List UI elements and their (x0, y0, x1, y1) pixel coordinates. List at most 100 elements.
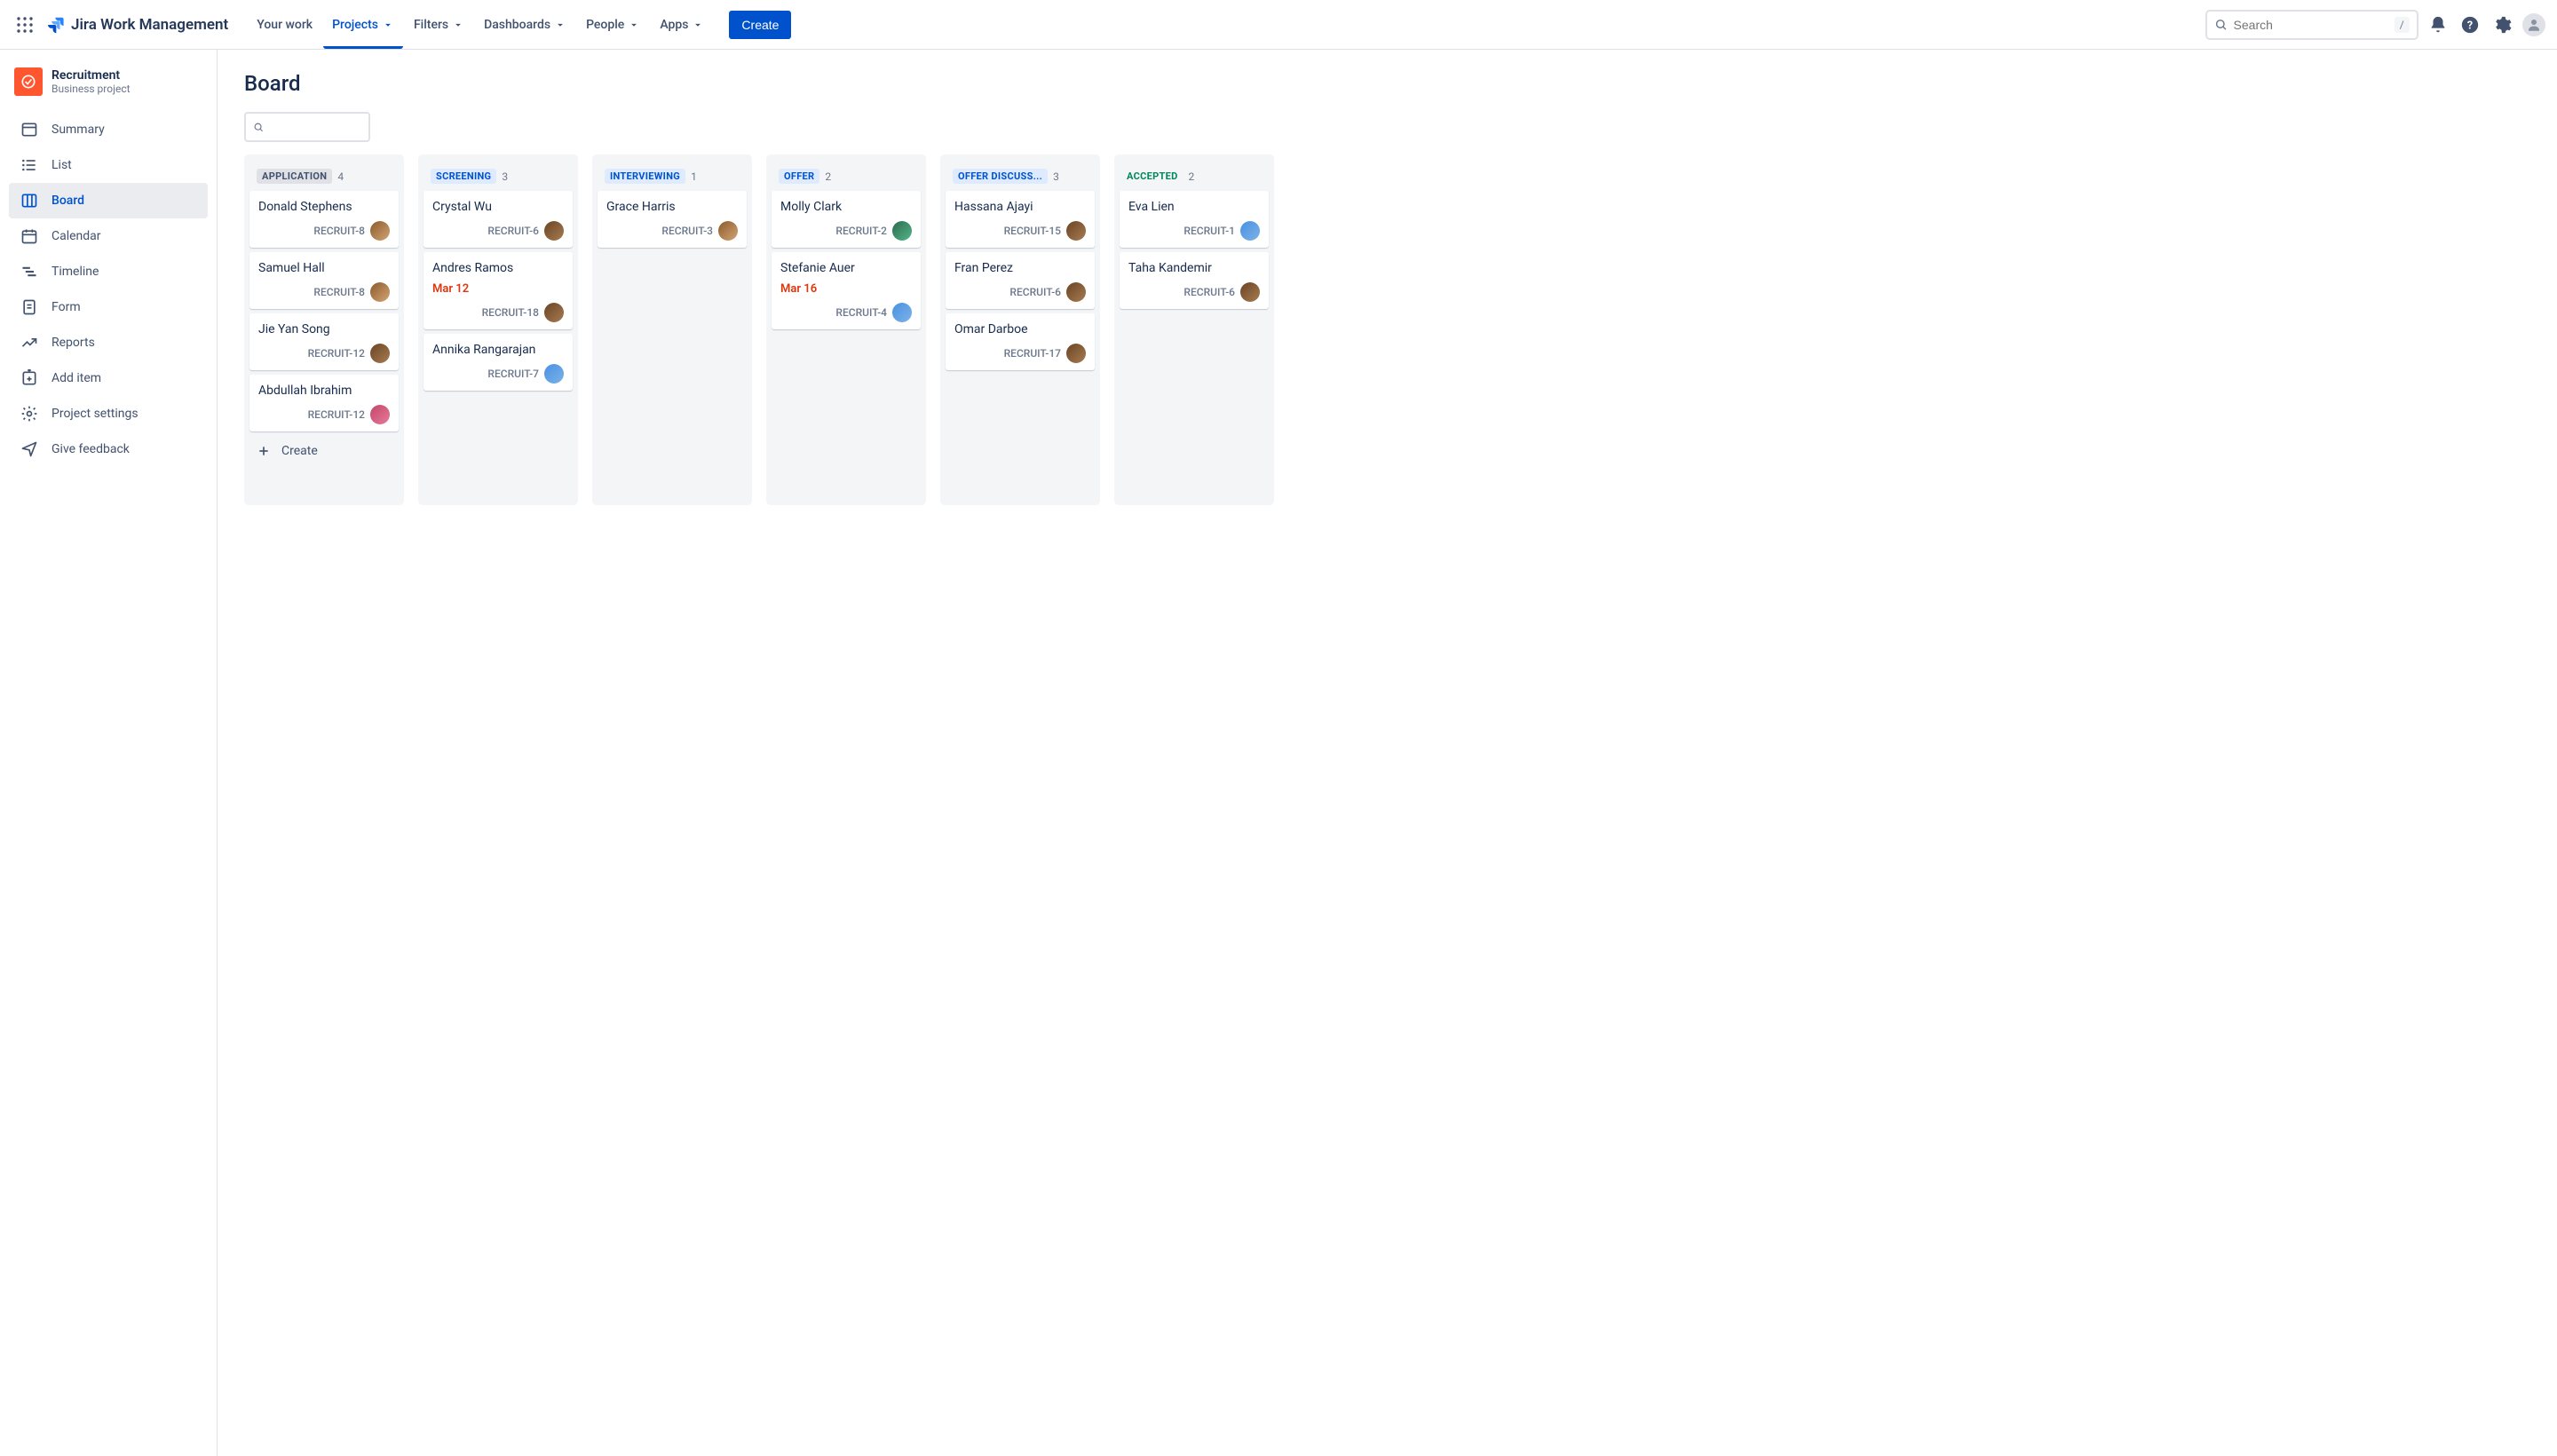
nav-item-dashboards[interactable]: Dashboards (475, 1, 575, 49)
assignee-avatar[interactable] (370, 405, 390, 424)
sidebar-item-project-settings[interactable]: Project settings (9, 396, 208, 431)
board-card[interactable]: Donald StephensRECRUIT-8 (249, 191, 399, 248)
sidebar-item-board[interactable]: Board (9, 183, 208, 218)
assignee-avatar[interactable] (370, 282, 390, 302)
card-footer: RECRUIT-1 (1128, 221, 1260, 241)
notifications-button[interactable] (2426, 12, 2450, 37)
assignee-avatar[interactable] (544, 364, 564, 384)
svg-text:?: ? (2467, 19, 2473, 32)
card-issue-key: RECRUIT-12 (308, 347, 365, 360)
assignee-avatar[interactable] (1066, 344, 1086, 363)
board-card[interactable]: Samuel Hall RECRUIT-8 (249, 252, 399, 309)
card-title: Hassana Ajayi (954, 200, 1086, 214)
project-header[interactable]: Recruitment Business project (9, 67, 208, 112)
card-title: Eva Lien (1128, 200, 1260, 214)
layout-icon (20, 120, 39, 139)
card-due-date: Mar 12 (432, 282, 564, 296)
settings-button[interactable] (2490, 12, 2514, 37)
kanban-board: APPLICATION4Donald StephensRECRUIT-8Samu… (244, 154, 2557, 505)
column-header[interactable]: APPLICATION4 (249, 160, 399, 191)
board-card[interactable]: Molly ClarkRECRUIT-2 (772, 191, 921, 248)
nav-item-people[interactable]: People (577, 1, 649, 49)
board-card[interactable]: Stefanie AuerMar 16RECRUIT-4 (772, 252, 921, 329)
nav-item-label: Projects (332, 18, 378, 32)
board-card[interactable]: Crystal WuRECRUIT-6 (424, 191, 573, 248)
assignee-avatar[interactable] (718, 221, 738, 241)
nav-item-label: Filters (414, 18, 448, 32)
board-card[interactable]: Hassana AjayiRECRUIT-15 (946, 191, 1095, 248)
project-name: Recruitment (51, 68, 131, 83)
board-card[interactable]: Fran PerezRECRUIT-6 (946, 252, 1095, 309)
timeline-icon (20, 262, 39, 281)
card-title: Andres Ramos (432, 261, 564, 275)
card-footer: RECRUIT-18 (432, 303, 564, 322)
board-card[interactable]: Eva Lien RECRUIT-1 (1120, 191, 1269, 248)
help-button[interactable]: ? (2458, 12, 2482, 37)
nav-item-apps[interactable]: Apps (651, 1, 713, 49)
board-card[interactable]: Annika RangarajanRECRUIT-7 (424, 334, 573, 391)
card-issue-key: RECRUIT-12 (308, 408, 365, 421)
board-search-input[interactable] (270, 121, 361, 134)
reports-icon (20, 333, 39, 352)
create-card-button[interactable]: Create (249, 435, 399, 467)
column-count: 2 (1189, 170, 1195, 183)
nav-item-your-work[interactable]: Your work (248, 1, 321, 49)
assignee-avatar[interactable] (1066, 221, 1086, 241)
sidebar-item-reports[interactable]: Reports (9, 325, 208, 360)
assignee-avatar[interactable] (544, 303, 564, 322)
nav-item-filters[interactable]: Filters (405, 1, 473, 49)
card-title: Taha Kandemir (1128, 261, 1260, 275)
assignee-avatar[interactable] (1240, 221, 1260, 241)
column-title: OFFER DISCUSS... (953, 169, 1048, 184)
calendar-icon (20, 226, 39, 246)
sidebar-item-form[interactable]: Form (9, 289, 208, 325)
assignee-avatar[interactable] (544, 221, 564, 241)
column-header[interactable]: INTERVIEWING1 (598, 160, 747, 191)
board-search[interactable] (244, 112, 370, 142)
nav-item-projects[interactable]: Projects (323, 1, 403, 49)
card-issue-key: RECRUIT-8 (313, 286, 365, 298)
column-header[interactable]: SCREENING3 (424, 160, 573, 191)
column-header[interactable]: OFFER2 (772, 160, 921, 191)
sidebar-item-timeline[interactable]: Timeline (9, 254, 208, 289)
app-switcher-button[interactable] (11, 11, 39, 39)
sidebar-item-give-feedback[interactable]: Give feedback (9, 431, 208, 467)
assignee-avatar[interactable] (892, 221, 912, 241)
nav-item-label: People (586, 18, 624, 32)
add-item-icon (20, 368, 39, 388)
assignee-avatar[interactable] (370, 221, 390, 241)
assignee-avatar[interactable] (1240, 282, 1260, 302)
board-card[interactable]: Taha Kandemir RECRUIT-6 (1120, 252, 1269, 309)
help-icon: ? (2460, 15, 2480, 35)
assignee-avatar[interactable] (1066, 282, 1086, 302)
sidebar-item-summary[interactable]: Summary (9, 112, 208, 147)
assignee-avatar[interactable] (370, 344, 390, 363)
global-search[interactable]: / (2205, 10, 2418, 40)
card-list: Grace HarrisRECRUIT-3 (598, 191, 747, 248)
sidebar-item-calendar[interactable]: Calendar (9, 218, 208, 254)
assignee-avatar[interactable] (892, 303, 912, 322)
column-title: APPLICATION (257, 169, 332, 184)
board-card[interactable]: Andres Ramos Mar 12 RECRUIT-18 (424, 252, 573, 329)
column-header[interactable]: ACCEPTED2 (1120, 160, 1269, 191)
board-card[interactable]: Abdullah IbrahimRECRUIT-12 (249, 375, 399, 431)
product-logo[interactable]: Jira Work Management (46, 15, 228, 35)
card-footer: RECRUIT-6 (1128, 282, 1260, 302)
main-content: Board APPLICATION4Donald StephensRECRUIT… (218, 50, 2557, 1456)
nav-item-label: Your work (257, 18, 313, 32)
column-header[interactable]: OFFER DISCUSS...3 (946, 160, 1095, 191)
board-column: OFFER2Molly ClarkRECRUIT-2Stefanie AuerM… (766, 154, 926, 505)
board-card[interactable]: Omar DarboeRECRUIT-17 (946, 313, 1095, 370)
card-list: Molly ClarkRECRUIT-2Stefanie AuerMar 16R… (772, 191, 921, 329)
card-title: Samuel Hall (258, 261, 390, 275)
sidebar-item-add-item[interactable]: Add item (9, 360, 208, 396)
sidebar-item-list[interactable]: List (9, 147, 208, 183)
search-input[interactable] (2234, 18, 2395, 32)
profile-button[interactable] (2521, 12, 2546, 37)
board-card[interactable]: Grace HarrisRECRUIT-3 (598, 191, 747, 248)
create-button[interactable]: Create (729, 11, 791, 39)
card-issue-key: RECRUIT-6 (487, 225, 539, 237)
sidebar-nav: SummaryListBoardCalendarTimelineFormRepo… (9, 112, 208, 467)
board-card[interactable]: Jie Yan SongRECRUIT-12 (249, 313, 399, 370)
card-footer: RECRUIT-12 (258, 405, 390, 424)
